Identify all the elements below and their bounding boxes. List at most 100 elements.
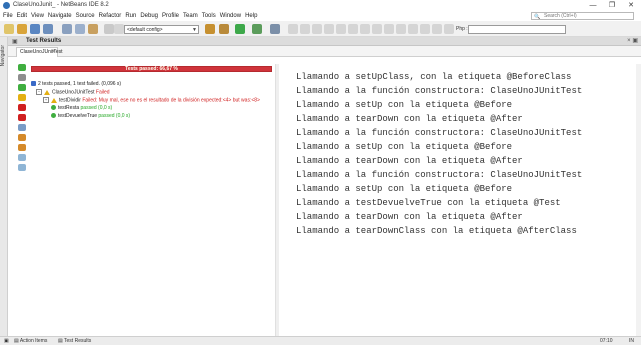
left-side-strip: Navigator [0, 37, 8, 336]
search-input[interactable] [544, 13, 632, 19]
tool-icon-7[interactable] [360, 24, 370, 34]
export-icon[interactable] [18, 164, 26, 171]
info-icon [31, 81, 36, 87]
window-title: ClaseUnoJunit_ - NetBeans IDE 8.2 [13, 2, 109, 8]
build-icon[interactable] [205, 24, 215, 34]
insert-mode: IN [629, 338, 634, 344]
tool-icon-14[interactable] [444, 24, 454, 34]
new-file-icon[interactable] [4, 24, 14, 34]
test-results-status-tab[interactable]: ▤ Test Results [58, 338, 91, 344]
test-results-label: Test Results [64, 338, 92, 344]
search-box[interactable]: 🔍 [531, 12, 634, 20]
tool-icon-8[interactable] [372, 24, 382, 34]
maximize-button[interactable]: ❐ [603, 0, 621, 11]
menu-edit[interactable]: Edit [17, 11, 27, 21]
show-skipped-icon[interactable] [18, 124, 26, 131]
config-select-value: <default config> [127, 27, 163, 33]
netbeans-logo-icon [3, 2, 10, 9]
navigator-side-tab[interactable]: Navigator [0, 45, 8, 66]
check-icon [51, 113, 56, 119]
tool-column [18, 64, 28, 224]
panel-splitter[interactable] [275, 64, 279, 336]
paste-icon[interactable] [88, 24, 98, 34]
tool-icon-11[interactable] [408, 24, 418, 34]
show-errors-icon[interactable] [18, 104, 26, 111]
close-tab-icon[interactable]: × [52, 48, 55, 57]
open-project-icon[interactable] [30, 24, 40, 34]
rerun-failed-icon[interactable] [18, 74, 26, 81]
run-icon[interactable] [235, 24, 245, 34]
vertical-scrollbar[interactable] [636, 64, 641, 336]
config-select[interactable]: <default config> ▼ [124, 25, 199, 34]
debug-icon[interactable] [252, 24, 262, 34]
menu-source[interactable]: Source [76, 11, 95, 21]
cursor-position: 07:10 [600, 338, 613, 344]
panel-title: Test Results [26, 38, 62, 44]
save-all-icon[interactable] [43, 24, 53, 34]
show-passed-icon[interactable] [18, 84, 26, 91]
menu-window[interactable]: Window [220, 11, 241, 21]
tab-claseunojunittest[interactable]: ClaseUnoJUnitTest × [16, 47, 63, 57]
tree-summary: 2 tests passed, 1 test failed. (0,096 s) [31, 81, 121, 87]
tool-icon-10[interactable] [396, 24, 406, 34]
tool-icon-13[interactable] [432, 24, 442, 34]
close-window-button[interactable]: ✕ [622, 0, 640, 11]
menu-navigate[interactable]: Navigate [48, 11, 72, 21]
previous-failure-icon[interactable] [18, 134, 26, 141]
copy-icon[interactable] [75, 24, 85, 34]
summary-text: 2 tests passed, 1 test failed. (0,096 s) [38, 81, 122, 87]
menu-tools[interactable]: Tools [202, 11, 216, 21]
new-project-icon[interactable] [17, 24, 27, 34]
tool-icon-12[interactable] [420, 24, 430, 34]
menu-profile[interactable]: Profile [162, 11, 179, 21]
search-icon: 🔍 [534, 14, 541, 20]
output-line: Llamando a tearDown con la etiqueta @Aft… [296, 114, 523, 124]
menu-debug[interactable]: Debug [140, 11, 158, 21]
show-failures-icon[interactable] [18, 94, 26, 101]
title-bar: ClaseUnoJunit_ - NetBeans IDE 8.2 — ❐ ✕ [0, 0, 641, 11]
rerun-icon[interactable] [18, 64, 26, 71]
test-node[interactable]: testDevuelveTrue passed (0,0 s) [51, 113, 130, 119]
redo-icon[interactable] [114, 24, 124, 34]
cut-icon[interactable] [62, 24, 72, 34]
check-icon [51, 105, 56, 111]
panel-close-icon[interactable]: × ▣ [627, 37, 638, 44]
menu-team[interactable]: Team [183, 11, 198, 21]
profile-icon[interactable] [270, 24, 280, 34]
menu-refactor[interactable]: Refactor [99, 11, 122, 21]
output-line: Llamando a setUp con la etiqueta @Before [296, 184, 513, 194]
output-line: Llamando a setUp con la etiqueta @Before [296, 100, 513, 110]
test-node[interactable]: + testDividir Failed: Muy mal, ese no es … [43, 97, 260, 103]
progress-label: Tests passed: 66,67 % [125, 66, 178, 72]
test-progress-bar: Tests passed: 66,67 % [31, 66, 272, 72]
tool-icon-5[interactable] [336, 24, 346, 34]
menu-file[interactable]: File [3, 11, 13, 21]
show-output-icon[interactable] [18, 154, 26, 161]
suite-node[interactable]: − ClaseUnoJUnitTest Failed [36, 89, 110, 95]
tool-icon-6[interactable] [348, 24, 358, 34]
collapse-icon[interactable]: − [36, 89, 42, 95]
tool-icon-4[interactable] [324, 24, 334, 34]
menu-view[interactable]: View [31, 11, 44, 21]
output-line: Llamando a la función constructora: Clas… [296, 128, 583, 138]
tool-icon-2[interactable] [300, 24, 310, 34]
expand-icon[interactable]: + [43, 97, 49, 103]
menu-help[interactable]: Help [245, 11, 257, 21]
output-panel[interactable]: Llamando a setUpClass, con la etiqueta @… [282, 64, 636, 336]
tool-icon-9[interactable] [384, 24, 394, 34]
next-failure-icon[interactable] [18, 144, 26, 151]
minimize-button[interactable]: — [584, 0, 602, 11]
tool-icon-1[interactable] [288, 24, 298, 34]
tool-icon-3[interactable] [312, 24, 322, 34]
action-items-tab[interactable]: ▤ Action Items [14, 338, 47, 344]
clean-build-icon[interactable] [219, 24, 229, 34]
test-node[interactable]: testResta passed (0,0 s) [51, 105, 112, 111]
output-line: Llamando a tearDown con la etiqueta @Aft… [296, 212, 523, 222]
undo-icon[interactable] [104, 24, 114, 34]
output-line: Llamando a la función constructora: Clas… [296, 86, 583, 96]
output-line: Llamando a tearDown con la etiqueta @Aft… [296, 156, 523, 166]
show-aborted-icon[interactable] [18, 114, 26, 121]
php-field[interactable] [468, 25, 566, 34]
window-icon: ▣ [4, 338, 9, 344]
menu-run[interactable]: Run [125, 11, 136, 21]
